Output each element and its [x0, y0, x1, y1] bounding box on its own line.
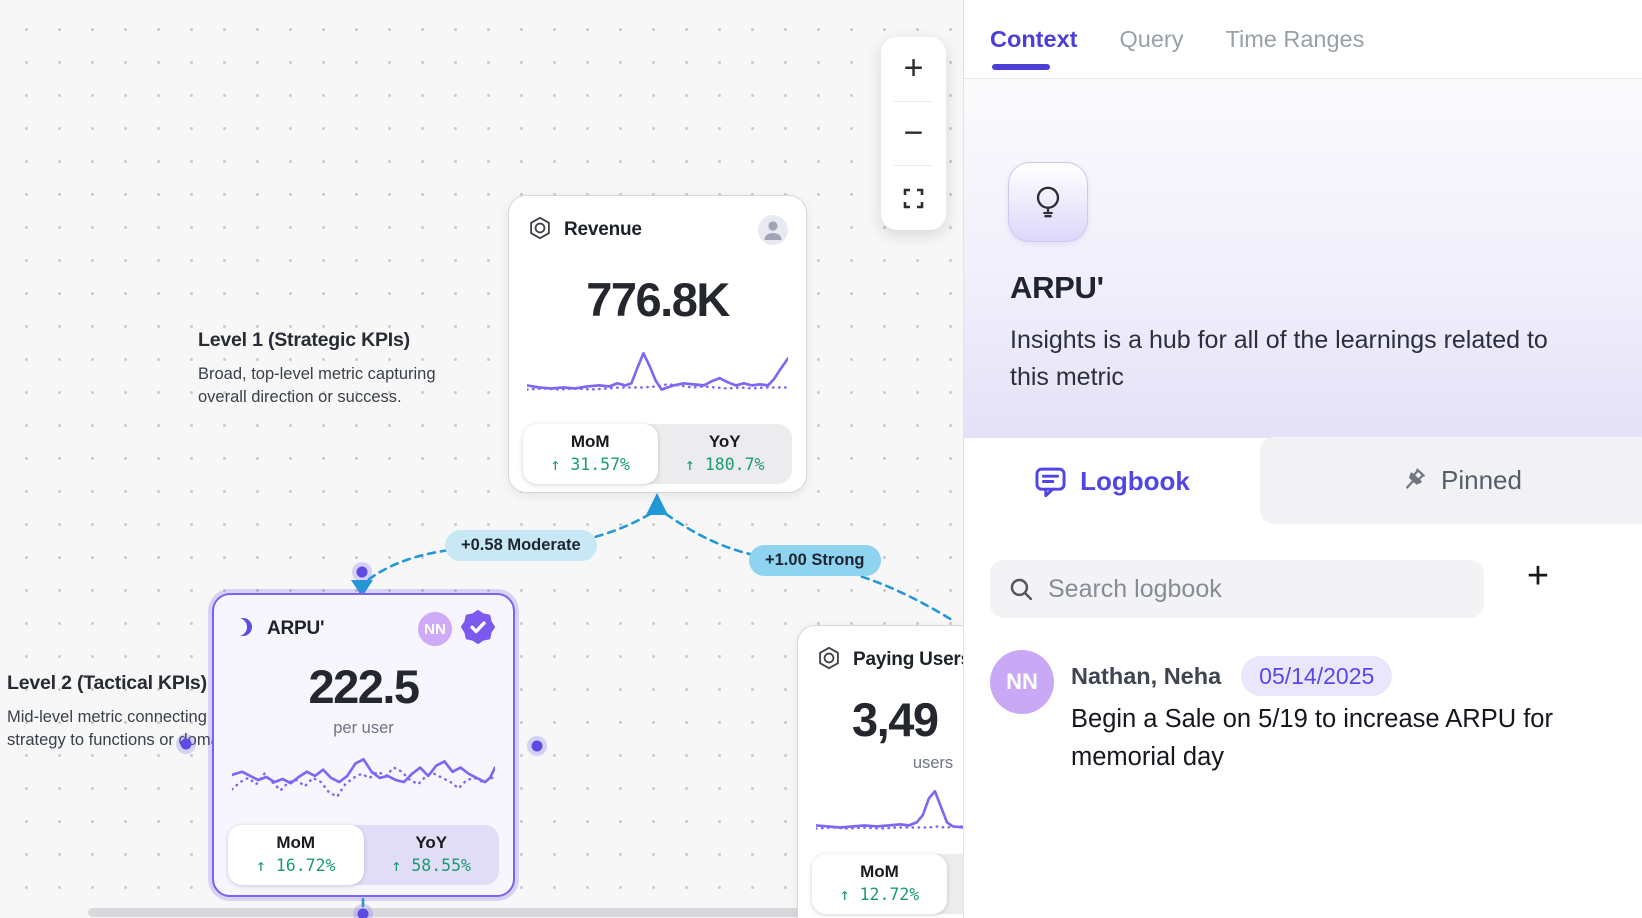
insight-tile [1008, 162, 1088, 242]
search-input[interactable] [1048, 575, 1466, 604]
subtab-pinned[interactable]: Pinned [1260, 437, 1642, 524]
context-panel: Context Query Time Ranges ARPU' Insights… [963, 0, 1642, 918]
metric-unit: per user [214, 719, 513, 738]
metric-tree-app: Level 1 (Strategic KPIs) Broad, top-leve… [0, 0, 1642, 918]
metric-value: 776.8K [509, 272, 806, 327]
hexagon-icon [527, 215, 553, 246]
entry-note: Begin a Sale on 5/19 to increase ARPU fo… [1071, 700, 1576, 776]
fullscreen-icon [903, 188, 924, 209]
metric-card-arpu[interactable]: ARPU' NN 222.5 per user [212, 593, 515, 897]
yoy-stat[interactable]: YoY ↑ 180.7% [658, 424, 793, 484]
stat-toggle: MoM ↑ 31.57% YoY ↑ 180.7% [523, 424, 792, 484]
card-title: ARPU' [267, 618, 324, 640]
pin-icon [1398, 465, 1429, 496]
tab-query[interactable]: Query [1119, 26, 1183, 53]
sparkline [527, 345, 788, 403]
search-icon [1008, 576, 1035, 603]
logbook-search [990, 560, 1484, 618]
sparkline [232, 750, 495, 808]
subtab-logbook[interactable]: Logbook [964, 438, 1260, 524]
yoy-stat[interactable]: YoY ↑ 58.55% [364, 825, 500, 885]
level2-annotation: Level 2 (Tactical KPIs) Mid-level metric… [7, 672, 245, 751]
level1-annotation: Level 1 (Strategic KPIs) Broad, top-leve… [198, 329, 436, 408]
entry-author: Nathan, Neha [1071, 663, 1221, 690]
stat-toggle: MoM ↑ 16.72% YoY ↑ 58.55% [228, 825, 499, 885]
add-log-entry-button[interactable]: + [1516, 554, 1560, 598]
moon-icon [232, 615, 256, 644]
logbook-icon [1034, 465, 1067, 498]
level2-title: Level 2 (Tactical KPIs) [7, 672, 245, 695]
zoom-in-button[interactable]: + [881, 37, 946, 101]
arrowhead-up-revenue [646, 493, 668, 515]
entry-date-badge: 05/14/2025 [1241, 656, 1392, 696]
panel-metric-title: ARPU' [1010, 270, 1104, 306]
tab-time-ranges[interactable]: Time Ranges [1225, 26, 1364, 53]
level1-description: Broad, top-level metric capturing overal… [198, 363, 436, 408]
collaborator-badge: NN [418, 612, 452, 646]
zoom-out-button[interactable]: − [881, 102, 946, 166]
level2-description: Mid-level metric connecting strategy to … [7, 706, 245, 751]
tab-context[interactable]: Context [990, 26, 1077, 53]
card-title: Revenue [564, 219, 642, 241]
active-tab-indicator [992, 64, 1050, 70]
mom-stat[interactable]: MoM ↑ 31.57% [523, 424, 658, 484]
card-title: Paying Users' [853, 649, 975, 671]
metric-card-revenue[interactable]: Revenue 776.8K MoM ↑ 31.57% YoY [508, 195, 807, 493]
canvas-zoom-toolbar: + − [881, 37, 946, 230]
metric-value: 222.5 [214, 659, 513, 714]
metric-value: 3,49 [852, 692, 937, 747]
correlation-badge-moderate[interactable]: +0.58 Moderate [445, 530, 597, 561]
entry-avatar: NN [990, 650, 1054, 714]
lightbulb-icon [1027, 181, 1069, 223]
metric-context-hero: ARPU' Insights is a hub for all of the l… [964, 79, 1642, 438]
panel-tabs: Context Query Time Ranges [964, 0, 1642, 78]
verified-check-icon [461, 610, 495, 649]
correlation-badge-strong[interactable]: +1.00 Strong [749, 545, 881, 576]
metric-tree-canvas[interactable]: Level 1 (Strategic KPIs) Broad, top-leve… [0, 0, 963, 918]
panel-metric-description: Insights is a hub for all of the learnin… [1010, 322, 1575, 396]
mom-stat[interactable]: MoM ↑ 12.72% [812, 854, 947, 914]
user-avatar-icon [758, 215, 788, 245]
hexagon-icon [816, 645, 842, 676]
fit-view-button[interactable] [881, 166, 946, 230]
level1-title: Level 1 (Strategic KPIs) [198, 329, 436, 352]
mom-stat[interactable]: MoM ↑ 16.72% [228, 825, 364, 885]
